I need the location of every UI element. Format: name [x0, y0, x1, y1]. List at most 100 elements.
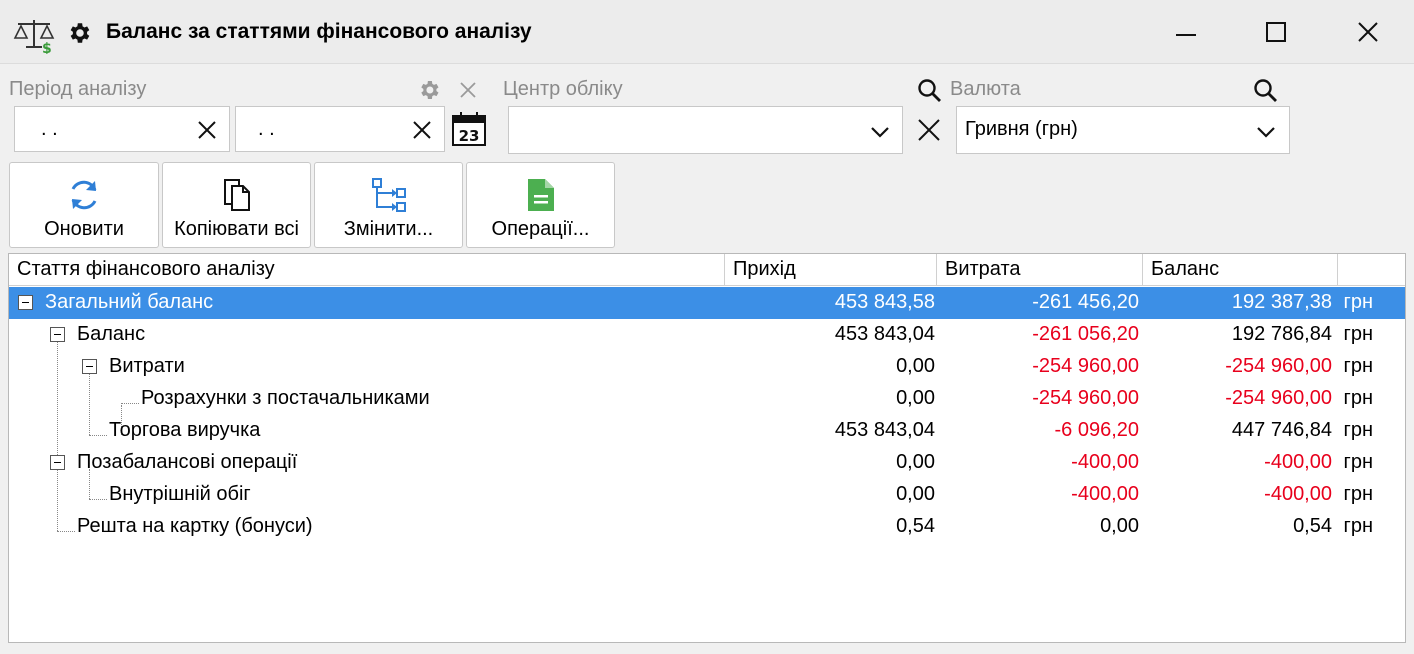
date-from-value: . .	[41, 118, 58, 140]
currency-value: Гривня (грн)	[965, 118, 1078, 140]
row-name: Решта на картку (бонуси)	[77, 515, 313, 537]
row-income: 453 843,04	[834, 323, 935, 345]
date-to-clear-icon[interactable]	[410, 118, 434, 142]
document-icon	[527, 179, 554, 211]
row-currency: грн	[1343, 515, 1373, 537]
row-income: 0,00	[896, 355, 935, 377]
row-currency: грн	[1343, 323, 1373, 345]
calendar-icon[interactable]: 23	[451, 111, 487, 147]
row-income: 0,00	[896, 451, 935, 473]
row-balance: -254 960,00	[1225, 387, 1332, 409]
operations-button[interactable]: Операції...	[466, 162, 615, 248]
row-balance: -254 960,00	[1225, 355, 1332, 377]
close-button[interactable]	[1348, 14, 1388, 50]
row-expense: -261 456,20	[1032, 291, 1139, 313]
maximize-button[interactable]	[1256, 14, 1296, 50]
date-from-field[interactable]: . .	[14, 106, 230, 152]
tree-row[interactable]: Решта на картку (бонуси) 0,54 0,00 0,54 …	[9, 511, 1405, 543]
column-header-income[interactable]: Прихід	[725, 254, 937, 285]
tree-row[interactable]: Витрати 0,00 -254 960,00 -254 960,00 грн	[9, 351, 1405, 383]
chevron-down-icon	[1257, 127, 1275, 138]
grid-header: Стаття фінансового аналізу Прихід Витрат…	[9, 254, 1405, 286]
tree-row[interactable]: Баланс 453 843,04 -261 056,20 192 786,84…	[9, 319, 1405, 351]
date-to-value: . .	[258, 118, 275, 140]
row-balance: 192 786,84	[1231, 323, 1332, 345]
row-name: Внутрішній обіг	[109, 483, 251, 505]
row-income: 0,54	[896, 515, 935, 537]
row-currency: грн	[1343, 355, 1373, 377]
row-currency: грн	[1343, 483, 1373, 505]
column-header-article[interactable]: Стаття фінансового аналізу	[9, 254, 725, 285]
period-settings-icon[interactable]	[417, 78, 441, 102]
collapse-toggle-icon[interactable]	[50, 455, 65, 470]
row-currency: грн	[1343, 291, 1373, 313]
center-clear-icon[interactable]	[916, 117, 942, 143]
operations-label: Операції...	[491, 218, 590, 240]
row-currency: грн	[1343, 419, 1373, 441]
date-from-clear-icon[interactable]	[195, 118, 219, 142]
column-header-expense[interactable]: Витрата	[937, 254, 1143, 285]
balance-tree-grid[interactable]: Стаття фінансового аналізу Прихід Витрат…	[8, 253, 1406, 643]
copy-all-button[interactable]: Копіювати всі	[162, 162, 311, 248]
row-balance: -400,00	[1264, 451, 1332, 473]
row-expense: -400,00	[1071, 483, 1139, 505]
row-expense: -6 096,20	[1054, 419, 1139, 441]
period-label: Період аналізу	[9, 78, 147, 100]
copy-all-label: Копіювати всі	[174, 218, 299, 240]
date-to-field[interactable]: . .	[235, 106, 445, 152]
row-income: 453 843,58	[834, 291, 935, 313]
minimize-button[interactable]	[1166, 14, 1206, 50]
refresh-label: Оновити	[44, 218, 124, 240]
row-currency: грн	[1343, 387, 1373, 409]
refresh-icon	[71, 180, 97, 210]
row-expense: -261 056,20	[1032, 323, 1139, 345]
tree-row[interactable]: Торгова виручка 453 843,04 -6 096,20 447…	[9, 415, 1405, 447]
change-button[interactable]: Змінити...	[314, 162, 463, 248]
tree-row[interactable]: Розрахунки з постачальниками 0,00 -254 9…	[9, 383, 1405, 415]
row-currency: грн	[1343, 451, 1373, 473]
collapse-toggle-icon[interactable]	[18, 295, 33, 310]
currency-label: Валюта	[950, 78, 1021, 100]
row-balance: 192 387,38	[1231, 291, 1332, 313]
row-income: 453 843,04	[834, 419, 935, 441]
row-name: Баланс	[77, 323, 146, 345]
refresh-button[interactable]: Оновити	[9, 162, 159, 248]
row-name: Розрахунки з постачальниками	[141, 387, 430, 409]
center-label: Центр обліку	[503, 78, 623, 100]
row-income: 0,00	[896, 387, 935, 409]
row-expense: -254 960,00	[1032, 355, 1139, 377]
row-name: Витрати	[109, 355, 185, 377]
column-header-balance[interactable]: Баланс	[1143, 254, 1338, 285]
currency-search-icon[interactable]	[1253, 78, 1279, 104]
row-expense: -254 960,00	[1032, 387, 1139, 409]
tree-row[interactable]: Внутрішній обіг 0,00 -400,00 -400,00 грн	[9, 479, 1405, 511]
center-select[interactable]	[508, 106, 903, 154]
row-balance: 447 746,84	[1231, 419, 1332, 441]
title-bar: $ Баланс за статтями фінансового аналізу	[0, 0, 1414, 64]
copy-icon	[223, 179, 250, 211]
row-expense: -400,00	[1071, 451, 1139, 473]
row-income: 0,00	[896, 483, 935, 505]
tree-row[interactable]: Позабалансові операції 0,00 -400,00 -400…	[9, 447, 1405, 479]
change-label: Змінити...	[343, 218, 434, 240]
close-icon	[1358, 22, 1378, 42]
row-name: Торгова виручка	[109, 419, 261, 441]
gear-icon[interactable]	[66, 20, 92, 46]
row-expense: 0,00	[1100, 515, 1139, 537]
tree-row[interactable]: Загальний баланс 453 843,58 -261 456,20 …	[9, 287, 1405, 319]
row-balance: -400,00	[1264, 483, 1332, 505]
calendar-day: 23	[459, 127, 480, 145]
collapse-toggle-icon[interactable]	[50, 327, 65, 342]
row-balance: 0,54	[1293, 515, 1332, 537]
row-name: Позабалансові операції	[77, 451, 298, 473]
row-name: Загальний баланс	[45, 291, 214, 313]
scales-icon: $	[13, 20, 55, 54]
center-search-icon[interactable]	[917, 78, 943, 104]
period-clear-icon[interactable]	[458, 80, 478, 100]
minimize-icon	[1176, 34, 1196, 36]
collapse-toggle-icon[interactable]	[82, 359, 97, 374]
chevron-down-icon	[871, 127, 889, 138]
svg-text:$: $	[42, 41, 52, 54]
currency-select[interactable]: Гривня (грн)	[956, 106, 1290, 154]
hierarchy-icon	[371, 178, 406, 212]
